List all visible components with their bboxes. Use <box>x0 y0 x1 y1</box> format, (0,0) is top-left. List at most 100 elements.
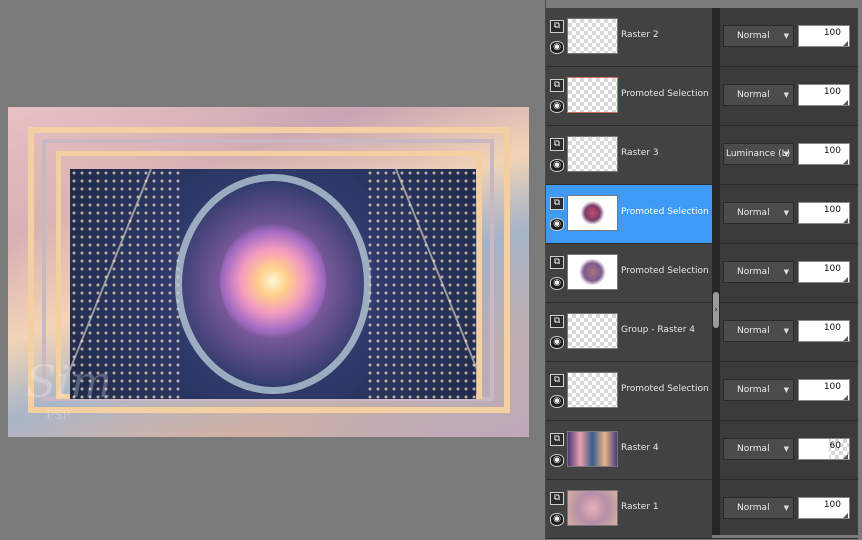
dropdown-arrow-icon: ▼ <box>783 32 789 40</box>
blend-mode-value: Luminance (L) <box>726 149 791 159</box>
layer-name[interactable]: Group - Raster 4 <box>621 325 695 335</box>
blend-mode-dropdown[interactable]: Luminance (L) ▼ <box>723 143 794 165</box>
opacity-slider-notch-icon[interactable] <box>843 395 848 400</box>
visibility-eye-icon[interactable]: ◉ <box>550 336 564 349</box>
opacity-slider-notch-icon[interactable] <box>843 454 848 459</box>
visibility-eye-icon[interactable]: ◉ <box>550 395 564 408</box>
visibility-eye-icon[interactable]: ◉ <box>550 454 564 467</box>
layer-type-icon[interactable]: ⧉ <box>550 197 564 210</box>
opacity-field[interactable]: 100 <box>798 320 850 342</box>
layer-item[interactable]: ⧉ ◉ Promoted Selection 1 <box>546 244 717 302</box>
blend-mode-dropdown[interactable]: Normal ▼ <box>723 261 794 283</box>
opacity-field[interactable]: 100 <box>798 202 850 224</box>
layer-type-icon[interactable]: ⧉ <box>550 256 564 269</box>
layer-thumbnail[interactable] <box>567 431 618 467</box>
layer-name[interactable]: Raster 3 <box>621 148 659 158</box>
blend-mode-dropdown[interactable]: Normal ▼ <box>723 438 794 460</box>
dots-right <box>366 169 476 399</box>
layer-row-6[interactable]: ⧉ ◉ Group - Raster 4 Normal ▼ 100 <box>546 303 858 362</box>
layer-thumbnail[interactable] <box>567 136 618 172</box>
layer-thumbnail[interactable] <box>567 490 618 526</box>
visibility-eye-icon[interactable]: ◉ <box>550 159 564 172</box>
blend-mode-value: Normal <box>737 267 770 277</box>
layer-type-icon[interactable]: ⧉ <box>550 492 564 505</box>
layer-item[interactable]: ⧉ ◉ Promoted Selection 3 <box>546 185 717 243</box>
layer-thumbnail[interactable] <box>567 372 618 408</box>
opacity-field[interactable]: 60 <box>798 438 850 460</box>
opacity-slider-notch-icon[interactable] <box>843 159 848 164</box>
visibility-eye-icon[interactable]: ◉ <box>550 100 564 113</box>
layer-type-icon[interactable]: ⧉ <box>550 20 564 33</box>
mandala-scene <box>70 169 476 399</box>
layer-type-icon[interactable]: ⧉ <box>550 79 564 92</box>
layer-item[interactable]: ⧉ ◉ Raster 3 <box>546 126 712 184</box>
layer-thumbnail[interactable] <box>567 195 618 231</box>
opacity-field[interactable]: 100 <box>798 84 850 106</box>
opacity-slider-notch-icon[interactable] <box>843 513 848 518</box>
layer-row-3[interactable]: ⧉ ◉ Raster 3 Luminance (L) ▼ 100 <box>546 126 858 185</box>
visibility-eye-icon[interactable]: ◉ <box>550 513 564 526</box>
artwork-image[interactable]: Sim PSP <box>8 107 529 437</box>
opacity-field[interactable]: 100 <box>798 379 850 401</box>
opacity-field[interactable]: 100 <box>798 261 850 283</box>
layer-name[interactable]: Raster 1 <box>621 502 659 512</box>
visibility-eye-icon[interactable]: ◉ <box>550 218 564 231</box>
layer-name[interactable]: Raster 2 <box>621 30 659 40</box>
blend-mode-dropdown[interactable]: Normal ▼ <box>723 379 794 401</box>
layer-name[interactable]: Promoted Selection <box>621 89 709 99</box>
blend-mode-value: Normal <box>737 444 770 454</box>
layer-row-7[interactable]: ⧉ ◉ Promoted Selection 2 Normal ▼ 100 <box>546 362 858 421</box>
canvas-area[interactable]: Sim PSP <box>0 0 546 540</box>
layer-name[interactable]: Promoted Selection 3 <box>621 207 717 217</box>
opacity-field[interactable]: 100 <box>798 25 850 47</box>
blend-mode-dropdown[interactable]: Normal ▼ <box>723 84 794 106</box>
blend-mode-dropdown[interactable]: Normal ▼ <box>723 202 794 224</box>
dropdown-arrow-icon: ▼ <box>783 150 789 158</box>
blend-mode-value: Normal <box>737 385 770 395</box>
layer-thumbnail[interactable] <box>567 254 618 290</box>
layer-type-icon[interactable]: ⧉ <box>550 315 564 328</box>
opacity-slider-notch-icon[interactable] <box>843 100 848 105</box>
layer-type-icon[interactable]: ⧉ <box>550 138 564 151</box>
layer-item[interactable]: ⧉ ◉ Promoted Selection 2 <box>546 362 717 420</box>
layer-row-9[interactable]: ⧉ ◉ Raster 1 Normal ▼ 100 <box>546 480 858 539</box>
opacity-field[interactable]: 100 <box>798 497 850 519</box>
layer-name[interactable]: Raster 4 <box>621 443 659 453</box>
blend-mode-dropdown[interactable]: Normal ▼ <box>723 497 794 519</box>
layer-row-2[interactable]: ⧉ ◉ Promoted Selection Normal ▼ 100 <box>546 67 858 126</box>
panel-divider[interactable] <box>712 8 720 535</box>
visibility-eye-icon[interactable]: ◉ <box>550 277 564 290</box>
layer-item[interactable]: ⧉ ◉ Raster 2 <box>546 8 712 66</box>
opacity-slider-notch-icon[interactable] <box>843 336 848 341</box>
collapse-handle-icon[interactable]: › <box>713 292 719 328</box>
layer-row-1[interactable]: ⧉ ◉ Raster 2 Normal ▼ 100 <box>546 8 858 67</box>
layer-row-8[interactable]: ⧉ ◉ Raster 4 Normal ▼ 60 <box>546 421 858 480</box>
opacity-value: 100 <box>823 205 841 215</box>
layer-thumbnail[interactable] <box>567 18 618 54</box>
layer-item[interactable]: ⧉ ◉ Promoted Selection <box>546 67 712 125</box>
opacity-fill <box>799 439 829 459</box>
layer-name[interactable]: Promoted Selection 1 <box>621 266 717 276</box>
layer-item[interactable]: ⧉ ◉ Group - Raster 4 <box>546 303 712 361</box>
opacity-slider-notch-icon[interactable] <box>843 277 848 282</box>
layer-thumbnail[interactable] <box>567 77 618 113</box>
layer-row-4[interactable]: ⧉ ◉ Promoted Selection 3 Normal ▼ 100 <box>546 185 858 244</box>
opacity-field[interactable]: 100 <box>798 143 850 165</box>
blend-mode-dropdown[interactable]: Normal ▼ <box>723 25 794 47</box>
visibility-eye-icon[interactable]: ◉ <box>550 41 564 54</box>
layer-name[interactable]: Promoted Selection 2 <box>621 384 717 394</box>
opacity-value: 100 <box>823 264 841 274</box>
lotus-flower <box>220 221 326 341</box>
watermark-subtext: PSP <box>46 408 71 422</box>
layer-type-icon[interactable]: ⧉ <box>550 374 564 387</box>
layer-type-icon[interactable]: ⧉ <box>550 433 564 446</box>
layer-row-5[interactable]: ⧉ ◉ Promoted Selection 1 Normal ▼ 100 <box>546 244 858 303</box>
opacity-slider-notch-icon[interactable] <box>843 41 848 46</box>
opacity-value: 100 <box>823 146 841 156</box>
layer-item[interactable]: ⧉ ◉ Raster 4 <box>546 421 712 479</box>
opacity-slider-notch-icon[interactable] <box>843 218 848 223</box>
layer-item[interactable]: ⧉ ◉ Raster 1 <box>546 480 712 538</box>
dropdown-arrow-icon: ▼ <box>783 209 789 217</box>
layer-thumbnail[interactable] <box>567 313 618 349</box>
blend-mode-dropdown[interactable]: Normal ▼ <box>723 320 794 342</box>
